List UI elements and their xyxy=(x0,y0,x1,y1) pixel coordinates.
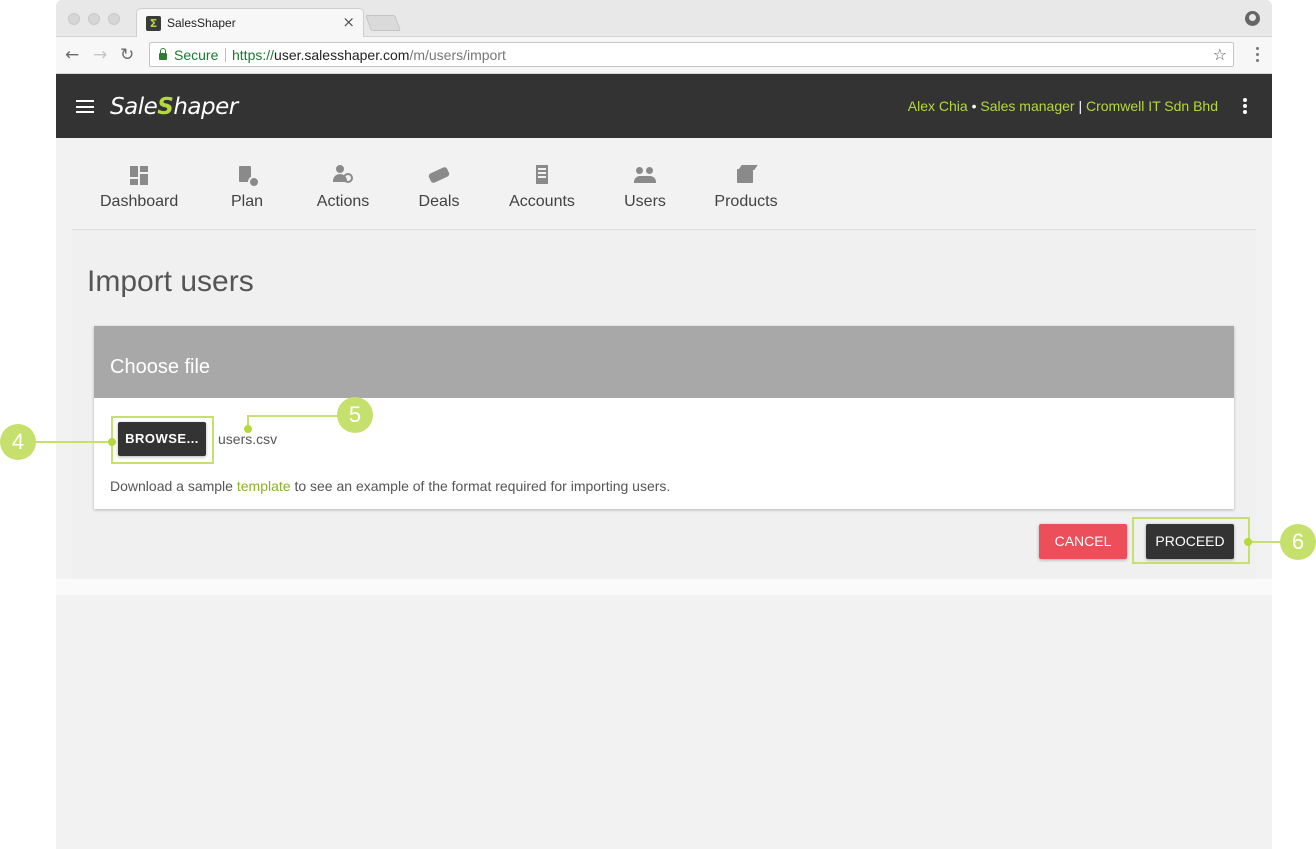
page-title: Import users xyxy=(87,265,254,298)
window-maximize-control[interactable] xyxy=(108,13,120,25)
card-header: Choose file xyxy=(94,326,1234,398)
actions-icon xyxy=(332,164,354,186)
profile-icon[interactable] xyxy=(1245,11,1260,26)
browser-tab[interactable]: Σ SalesShaper × xyxy=(136,8,364,38)
main-nav: Dashboard Plan Actions Deals Accounts Us… xyxy=(56,138,1272,230)
address-divider xyxy=(225,48,226,62)
url-scheme: https:// xyxy=(232,47,275,63)
tab-title: SalesShaper xyxy=(167,16,236,30)
user-info-divider: | xyxy=(1078,98,1083,114)
window-close-control[interactable] xyxy=(68,13,80,25)
callout-dot-6 xyxy=(1244,538,1252,546)
forward-icon[interactable]: → xyxy=(93,45,107,65)
secure-label: Secure xyxy=(174,47,219,63)
nav-label: Deals xyxy=(418,193,460,210)
nav-label: Dashboard xyxy=(100,193,179,210)
url-path: /m/users/import xyxy=(409,47,506,63)
content-footer-strip xyxy=(56,579,1272,595)
app-header: SaleShaper Alex Chia • Sales manager | C… xyxy=(56,74,1272,138)
callout-highlight-browse xyxy=(111,416,214,464)
more-options-icon[interactable] xyxy=(1243,98,1247,116)
browser-titlebar: Σ SalesShaper × xyxy=(56,0,1272,38)
tab-close-icon[interactable]: × xyxy=(342,13,355,31)
nav-label: Users xyxy=(624,193,666,210)
logo-text-3: haper xyxy=(173,94,238,120)
hamburger-menu-icon[interactable] xyxy=(76,100,94,113)
user-role-link[interactable]: Sales manager xyxy=(980,98,1074,114)
help-text-prefix: Download a sample xyxy=(110,478,237,494)
handshake-icon xyxy=(428,164,450,186)
callout-highlight-proceed xyxy=(1132,517,1250,564)
new-tab-button[interactable] xyxy=(365,15,401,31)
callout-line-5-horizontal xyxy=(247,415,339,417)
nav-item-deals[interactable]: Deals xyxy=(416,164,462,219)
nav-item-accounts[interactable]: Accounts xyxy=(506,164,578,219)
nav-item-actions[interactable]: Actions xyxy=(313,164,373,219)
callout-line-4 xyxy=(36,441,112,443)
url-text[interactable]: https://user.salesshaper.com/m/users/imp… xyxy=(232,47,506,63)
user-info: Alex Chia • Sales manager | Cromwell IT … xyxy=(908,98,1218,114)
nav-item-plan[interactable]: Plan xyxy=(228,164,266,219)
company-link[interactable]: Cromwell IT Sdn Bhd xyxy=(1086,98,1218,114)
logo-text-2: S xyxy=(157,94,174,120)
window-minimize-control[interactable] xyxy=(88,13,100,25)
template-help-text: Download a sample template to see an exa… xyxy=(110,478,670,494)
nav-item-users[interactable]: Users xyxy=(623,164,667,219)
callout-badge-4: 4 xyxy=(0,424,36,460)
card-title: Choose file xyxy=(110,356,211,378)
favicon-icon: Σ xyxy=(146,16,161,31)
nav-item-products[interactable]: Products xyxy=(712,164,780,219)
nav-item-dashboard[interactable]: Dashboard xyxy=(100,164,178,219)
dashboard-icon xyxy=(128,164,150,186)
callout-badge-5: 5 xyxy=(337,397,373,433)
address-bar[interactable]: Secure https://user.salesshaper.com/m/us… xyxy=(149,42,1234,67)
callout-dot-5 xyxy=(244,425,252,433)
user-name-link[interactable]: Alex Chia xyxy=(908,98,968,114)
choose-file-card: Choose file BROWSE... users.csv Download… xyxy=(94,326,1234,509)
cancel-button[interactable]: CANCEL xyxy=(1039,524,1127,559)
callout-dot-4 xyxy=(108,438,116,446)
import-users-panel: Import users Choose file BROWSE... users… xyxy=(72,230,1256,579)
users-icon xyxy=(634,164,656,186)
nav-label: Plan xyxy=(230,193,264,210)
reload-icon[interactable]: ↻ xyxy=(120,45,134,65)
plan-icon xyxy=(236,164,260,188)
callout-line-6 xyxy=(1248,541,1282,543)
browser-toolbar: ← → ↻ Secure https://user.salesshaper.co… xyxy=(56,37,1272,74)
back-icon[interactable]: ← xyxy=(65,45,79,65)
lock-icon xyxy=(159,48,167,60)
logo-text-1: Sale xyxy=(110,94,158,120)
nav-label: Accounts xyxy=(509,193,575,210)
browser-menu-icon[interactable] xyxy=(1256,47,1259,62)
salesshaper-logo[interactable]: SaleShaper xyxy=(110,94,238,120)
nav-label: Actions xyxy=(316,193,370,210)
template-link[interactable]: template xyxy=(237,478,291,494)
help-text-suffix: to see an example of the format required… xyxy=(290,478,671,494)
selected-file-name: users.csv xyxy=(218,431,278,447)
user-info-bullet: • xyxy=(971,98,977,114)
url-host: user.salesshaper.com xyxy=(274,47,410,63)
box-icon xyxy=(735,164,757,186)
bookmark-star-icon[interactable]: ☆ xyxy=(1213,45,1227,64)
browser-window: Σ SalesShaper × ← → ↻ Secure https://use… xyxy=(56,0,1272,849)
nav-label: Products xyxy=(714,193,778,210)
building-icon xyxy=(531,164,553,186)
callout-badge-6: 6 xyxy=(1280,524,1316,560)
